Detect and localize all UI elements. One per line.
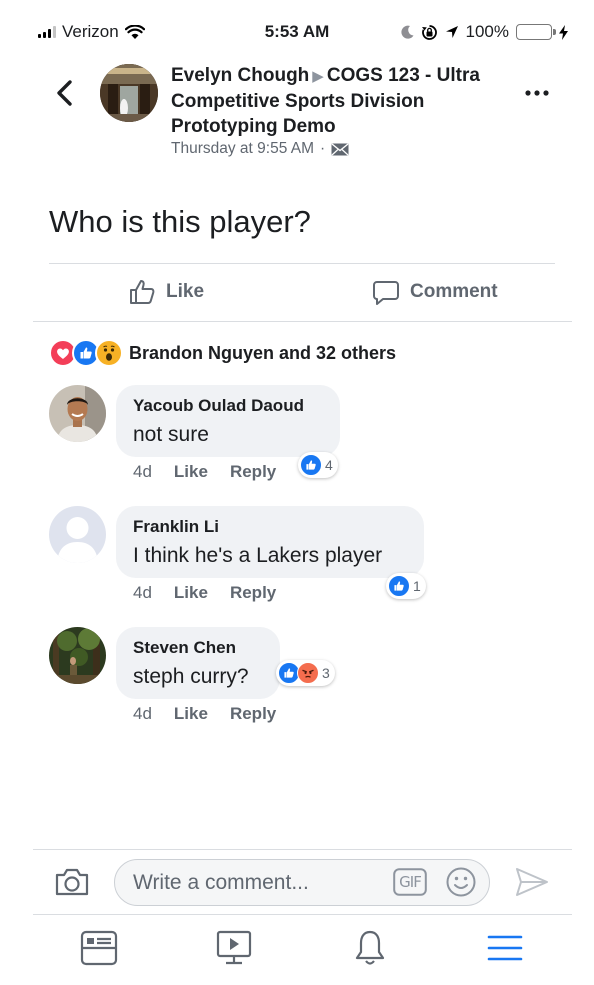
angry-icon (297, 662, 319, 684)
emoji-icon[interactable] (445, 866, 477, 898)
commenter-name[interactable]: Franklin Li (133, 516, 407, 538)
comment-bubble[interactable]: Yacoub Oulad Daoud not sure (116, 385, 340, 457)
triangle-right-icon: ▶ (312, 68, 324, 85)
reaction-icons (49, 339, 123, 367)
comment-reply-button[interactable]: Reply (230, 462, 276, 482)
comment-reply-button[interactable]: Reply (230, 704, 276, 724)
status-bar: Verizon 5:53 AM 100% (0, 0, 594, 64)
charging-bolt-icon (559, 24, 568, 40)
comment-age: 4d (133, 704, 152, 723)
post-meta: Thursday at 9:55 AM · (171, 140, 349, 158)
post-text: Who is this player? (49, 204, 311, 239)
reactions-summary[interactable]: Brandon Nguyen and 32 others (49, 339, 396, 367)
battery-icon (516, 24, 556, 40)
comment-like-button[interactable]: Like (174, 583, 208, 603)
reaction-count: 4 (325, 457, 333, 473)
status-right: 100% (400, 22, 568, 42)
post-divider (49, 263, 555, 264)
commenter-avatar[interactable] (49, 627, 106, 684)
post-author-line: Evelyn Chough ▶ COGS 123 - Ultra Competiti… (171, 63, 511, 139)
back-button[interactable] (50, 76, 80, 110)
comment-like-button[interactable]: Like (174, 462, 208, 482)
author-name[interactable]: Evelyn Chough (171, 65, 309, 86)
comment-input[interactable] (131, 868, 385, 898)
gif-label: GIF (399, 873, 422, 891)
actions-divider (33, 321, 572, 322)
comment-bubble-icon (373, 281, 399, 305)
author-avatar[interactable] (100, 64, 158, 122)
reaction-count: 3 (322, 665, 330, 681)
comment-bubble[interactable]: Franklin Li I think he's a Lakers player (116, 506, 424, 578)
comment-reaction-badge[interactable]: 4 (298, 452, 338, 478)
comment-reply-button[interactable]: Reply (230, 583, 276, 603)
meta-separator: · (320, 140, 326, 157)
comment-button-label: Comment (410, 281, 498, 302)
comment-age: 4d (133, 462, 152, 481)
reaction-summary-text: Brandon Nguyen and 32 others (129, 342, 397, 363)
commenter-name[interactable]: Yacoub Oulad Daoud (133, 395, 323, 417)
comment-button[interactable]: Comment (372, 278, 498, 306)
comment-age: 4d (133, 583, 152, 602)
like-icon (388, 575, 410, 597)
notifications-icon[interactable] (350, 928, 390, 968)
news-feed-icon[interactable] (79, 928, 119, 968)
camera-icon[interactable] (54, 866, 90, 898)
rotation-lock-icon (421, 24, 437, 40)
comment-text: steph curry? (133, 665, 249, 688)
comment-reaction-badge[interactable]: 1 (386, 573, 426, 599)
comment-reaction-badge[interactable]: 3 (276, 660, 335, 686)
watch-icon[interactable] (214, 928, 254, 968)
wow-icon (95, 339, 123, 367)
commenter-avatar[interactable] (49, 506, 106, 563)
comment-like-button[interactable]: Like (174, 704, 208, 724)
commenter-name[interactable]: Steven Chen (133, 637, 263, 659)
tabbar-divider (33, 914, 572, 915)
composer-divider (33, 849, 572, 850)
more-options-button[interactable] (522, 82, 552, 104)
reaction-count: 1 (413, 578, 421, 594)
comment-text: not sure (133, 423, 209, 446)
comment-actions: 4d Like Reply (133, 583, 276, 603)
comment-actions: 4d Like Reply (133, 704, 276, 724)
comment-bubble[interactable]: Steven Chen steph curry? (116, 627, 280, 699)
moon-icon (400, 25, 414, 39)
like-button-label: Like (166, 281, 205, 302)
post-timestamp[interactable]: Thursday at 9:55 AM (171, 140, 314, 158)
envelope-icon (331, 142, 349, 155)
comment-actions: 4d Like Reply (133, 462, 276, 482)
comment-text: I think he's a Lakers player (133, 544, 383, 567)
gif-button[interactable]: GIF (393, 868, 427, 896)
like-button[interactable]: Like (128, 278, 204, 306)
location-icon (445, 26, 458, 38)
menu-icon[interactable] (485, 928, 525, 968)
like-icon (300, 454, 322, 476)
thumbs-up-outline-icon (130, 280, 155, 304)
comment-input-box[interactable] (114, 859, 490, 906)
send-icon[interactable] (514, 866, 550, 898)
battery-percent: 100% (465, 22, 509, 41)
commenter-avatar[interactable] (49, 385, 106, 442)
